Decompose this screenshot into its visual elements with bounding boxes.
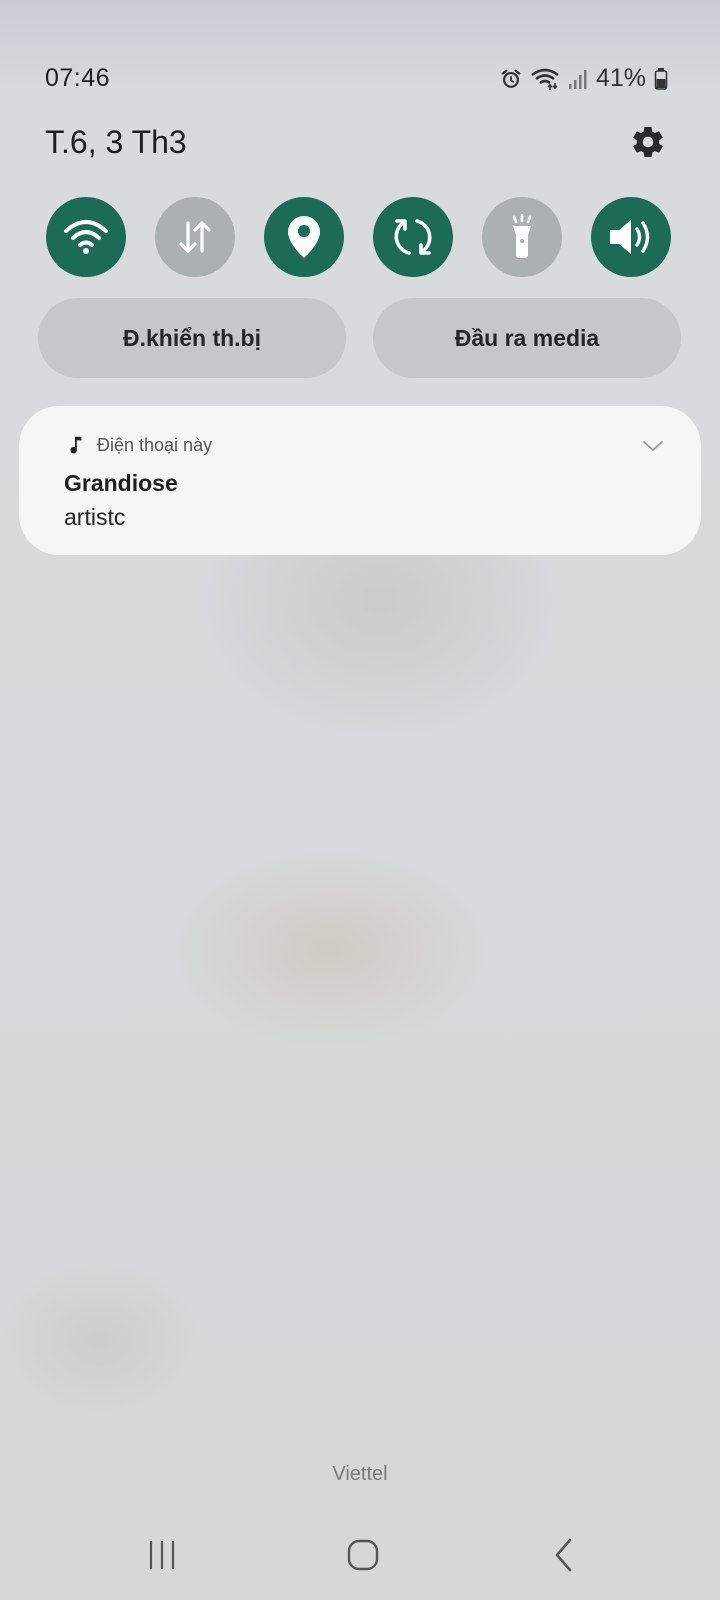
home-button[interactable] xyxy=(333,1535,393,1575)
chevron-down-icon[interactable] xyxy=(641,434,665,458)
status-time: 07:46 xyxy=(45,64,111,92)
signal-icon xyxy=(568,69,587,89)
back-button[interactable] xyxy=(535,1535,595,1575)
battery-percent: 41% xyxy=(595,64,646,92)
alarm-icon xyxy=(501,69,521,88)
date-label: T.6, 3 Th3 xyxy=(45,124,187,160)
media-source-label: Điện thoại này xyxy=(97,435,213,455)
tile-mobile-data[interactable] xyxy=(155,197,235,277)
sound-icon xyxy=(610,220,650,254)
flashlight-icon xyxy=(512,213,532,258)
battery-icon xyxy=(654,67,668,90)
music-note-icon xyxy=(70,436,82,454)
tile-sound[interactable] xyxy=(591,197,671,277)
home-icon xyxy=(347,1539,379,1571)
location-icon xyxy=(288,216,320,258)
back-icon xyxy=(555,1538,572,1572)
tile-wifi[interactable] xyxy=(46,197,126,277)
media-artist: artistc xyxy=(64,504,126,530)
media-output-button[interactable]: Đầu ra media xyxy=(373,298,681,378)
mobile-data-icon xyxy=(179,221,211,253)
tile-flashlight[interactable] xyxy=(482,197,562,277)
wifi-icon xyxy=(531,68,559,90)
media-title: Grandiose xyxy=(64,470,178,496)
gear-icon[interactable] xyxy=(630,124,666,160)
tile-location[interactable] xyxy=(264,197,344,277)
device-control-button[interactable]: Đ.khiển th.bị xyxy=(38,298,346,378)
recents-button[interactable] xyxy=(132,1535,192,1575)
status-icons: 41% xyxy=(500,64,668,93)
recents-icon xyxy=(149,1540,175,1570)
auto-rotate-icon xyxy=(394,219,432,255)
tile-auto-rotate[interactable] xyxy=(373,197,453,277)
media-notification-card[interactable]: Điện thoại này Grandiose artistc xyxy=(19,406,701,555)
carrier-label: Viettel xyxy=(332,1463,388,1485)
wifi-icon xyxy=(64,220,108,254)
